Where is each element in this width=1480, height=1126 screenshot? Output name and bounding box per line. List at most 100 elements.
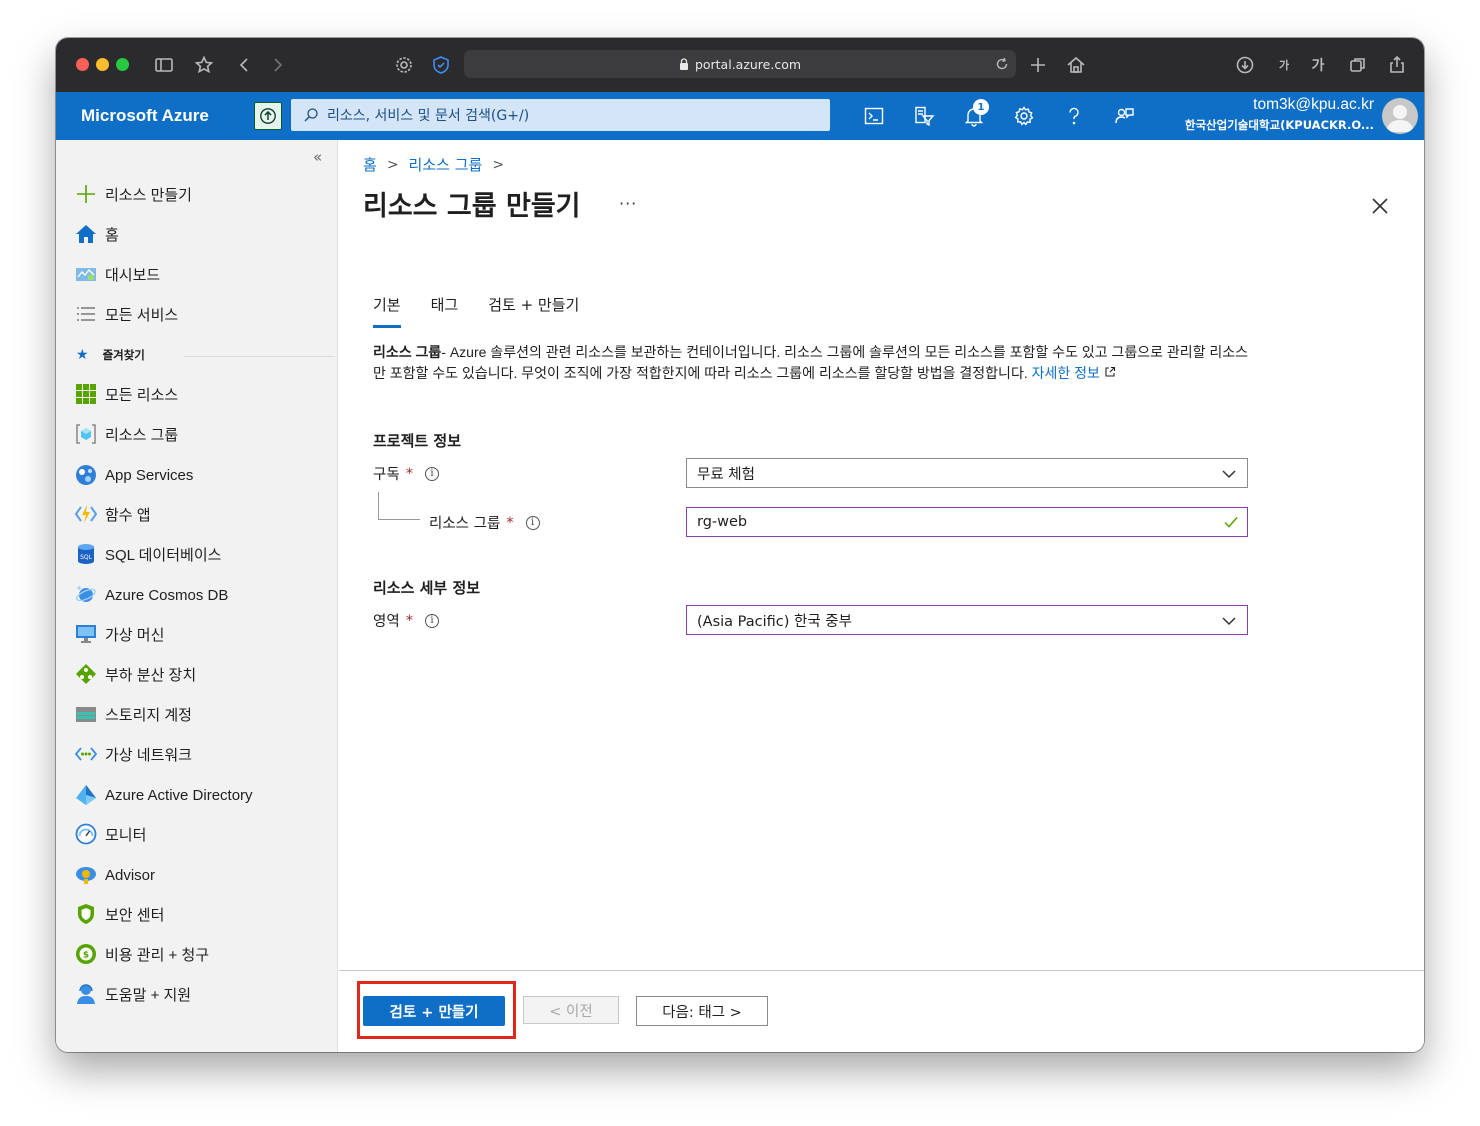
sidebar-item-label: 보안 센터	[105, 906, 165, 924]
sidebar-item-active-directory[interactable]: Azure Active Directory	[74, 781, 253, 809]
sidebar-item-all-resources[interactable]: 모든 리소스	[74, 380, 178, 408]
sidebar-item-label: 홈	[105, 226, 119, 244]
subscription-value: 무료 체험	[697, 466, 755, 483]
tab-tags[interactable]: 태그	[431, 294, 459, 328]
sidebar-item-label: 대시보드	[105, 266, 161, 284]
region-value: (Asia Pacific) 한국 중부	[697, 613, 852, 630]
chevron-down-icon	[1222, 470, 1236, 479]
back-icon[interactable]	[232, 53, 256, 77]
advisor-icon	[74, 863, 98, 887]
sidebar-item-label: Advisor	[105, 866, 156, 884]
text-smaller-button[interactable]: 가	[1272, 53, 1296, 77]
cost-management-icon: $	[74, 942, 98, 966]
extension-gear-icon[interactable]	[392, 53, 416, 77]
main-content: 홈 > 리소스 그룹 > 리소스 그룹 만들기 ··· 기본 태그 검토 + 만…	[339, 140, 1424, 1052]
info-icon[interactable]: i	[525, 515, 540, 530]
close-window-button[interactable]	[76, 58, 89, 71]
notifications-bell-icon[interactable]: 1	[960, 99, 989, 130]
storage-icon	[74, 702, 98, 726]
review-create-button[interactable]: 검토 + 만들기	[363, 996, 505, 1026]
upgrade-button[interactable]	[254, 102, 282, 130]
previous-button[interactable]: < 이전	[523, 996, 619, 1024]
brand-logo[interactable]: Microsoft Azure	[81, 106, 209, 126]
resource-group-icon	[74, 422, 98, 446]
bookmark-star-icon[interactable]	[192, 53, 216, 77]
reload-icon[interactable]	[994, 56, 1010, 72]
sidebar-item-home[interactable]: 홈	[74, 220, 119, 248]
settings-gear-icon[interactable]	[1010, 102, 1038, 130]
required-asterisk: *	[405, 465, 413, 482]
sidebar-item-function-apps[interactable]: 함수 앱	[74, 500, 151, 528]
tab-overview-icon[interactable]	[1346, 53, 1370, 77]
collapse-sidebar-button[interactable]: «	[313, 148, 322, 166]
global-search-input[interactable]: 리소스, 서비스 및 문서 검색(G+/)	[291, 99, 830, 131]
close-icon[interactable]	[1370, 196, 1390, 216]
help-support-icon	[74, 982, 98, 1006]
text-larger-button[interactable]: 가	[1306, 53, 1330, 77]
resource-group-label: 리소스 그룹 * i	[429, 512, 540, 533]
sidebar-toggle-icon[interactable]	[152, 53, 176, 77]
breadcrumb-resource-groups-link[interactable]: 리소스 그룹	[409, 154, 483, 175]
tab-basics[interactable]: 기본	[373, 294, 401, 328]
forward-icon[interactable]	[266, 53, 290, 77]
tab-review-create[interactable]: 검토 + 만들기	[488, 294, 579, 328]
plus-icon	[74, 182, 98, 206]
required-asterisk: *	[405, 612, 413, 629]
sidebar-item-create-resource[interactable]: 리소스 만들기	[74, 180, 192, 208]
sidebar-item-cost-management[interactable]: $ 비용 관리 + 청구	[74, 940, 209, 968]
breadcrumb-separator: >	[492, 156, 505, 173]
sidebar-item-sql-databases[interactable]: SQL SQL 데이터베이스	[74, 540, 221, 568]
active-directory-icon	[74, 783, 98, 807]
account-info[interactable]: tom3k@kpu.ac.kr 한국산업기술대학교(KPUACKR.O...	[1185, 96, 1374, 133]
help-question-icon[interactable]	[1060, 102, 1088, 130]
sidebar-item-virtual-machines[interactable]: 가상 머신	[74, 620, 164, 648]
sidebar-item-resource-groups[interactable]: 리소스 그룹	[74, 420, 178, 448]
resource-group-value: rg-web	[697, 514, 748, 530]
search-icon	[304, 108, 318, 122]
address-bar[interactable]: portal.azure.com	[464, 50, 1016, 78]
subscription-select[interactable]: 무료 체험	[686, 458, 1248, 488]
resource-group-input[interactable]: rg-web	[686, 507, 1248, 537]
sidebar-item-load-balancers[interactable]: 부하 분산 장치	[74, 660, 196, 688]
region-select[interactable]: (Asia Pacific) 한국 중부	[686, 605, 1248, 635]
new-tab-plus-icon[interactable]	[1026, 53, 1050, 77]
feedback-icon[interactable]	[1110, 102, 1138, 130]
avatar[interactable]	[1382, 98, 1418, 134]
sidebar-item-virtual-networks[interactable]: 가상 네트워크	[74, 740, 192, 768]
favorites-header: ★ 즐겨찾기	[76, 347, 145, 363]
info-icon[interactable]: i	[424, 466, 439, 481]
maximize-window-button[interactable]	[116, 58, 129, 71]
sidebar-item-help-support[interactable]: 도움말 + 지원	[74, 980, 191, 1008]
monitor-icon	[74, 822, 98, 846]
share-icon[interactable]	[1385, 53, 1409, 77]
info-icon[interactable]: i	[424, 613, 439, 628]
privacy-shield-icon[interactable]	[429, 53, 453, 77]
sidebar-item-app-services[interactable]: App Services	[74, 461, 193, 489]
page-title: 리소스 그룹 만들기	[363, 191, 581, 222]
next-tags-button[interactable]: 다음: 태그 >	[636, 996, 768, 1026]
minimize-window-button[interactable]	[96, 58, 109, 71]
app-services-icon	[74, 463, 98, 487]
sidebar-item-dashboard[interactable]: 대시보드	[74, 260, 160, 288]
home-icon[interactable]	[1064, 53, 1088, 77]
description-bold: 리소스 그룹	[373, 344, 442, 360]
download-icon[interactable]	[1233, 53, 1257, 77]
cloud-shell-icon[interactable]	[860, 102, 888, 130]
browser-window: portal.azure.com 가 가 Microsoft Azure 리소스…	[56, 38, 1424, 1052]
sidebar-item-cosmos-db[interactable]: Azure Cosmos DB	[74, 581, 228, 609]
favorites-star-icon: ★	[76, 347, 89, 363]
more-options-button[interactable]: ···	[619, 194, 637, 213]
sidebar-item-storage-accounts[interactable]: 스토리지 계정	[74, 700, 192, 728]
description-text: - Azure 솔루션의 관련 리소스를 보관하는 컨테이너입니다. 리소스 그…	[373, 344, 1249, 381]
sidebar-item-label: Azure Active Directory	[105, 786, 253, 804]
sidebar-item-label: App Services	[105, 466, 194, 484]
sidebar-item-all-services[interactable]: 모든 서비스	[74, 300, 178, 328]
sidebar-item-security-center[interactable]: 보안 센터	[74, 900, 164, 928]
sidebar-item-advisor[interactable]: Advisor	[74, 861, 155, 889]
sidebar-item-monitor[interactable]: 모니터	[74, 820, 146, 848]
directory-filter-icon[interactable]	[910, 102, 938, 130]
breadcrumb: 홈 > 리소스 그룹 >	[363, 154, 514, 175]
breadcrumb-home-link[interactable]: 홈	[363, 154, 377, 175]
check-icon	[1224, 517, 1238, 528]
learn-more-link[interactable]: 자세한 정보	[1032, 365, 1116, 381]
